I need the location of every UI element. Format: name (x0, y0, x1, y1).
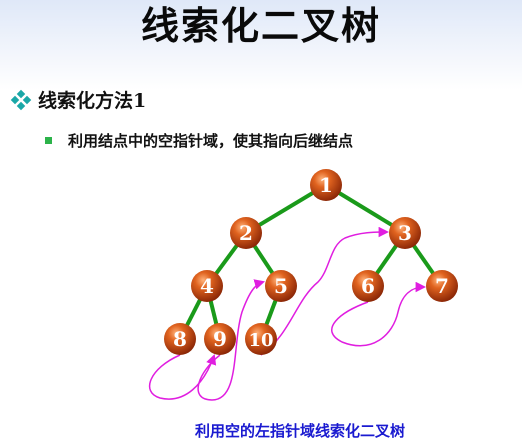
node-label: 10 (248, 330, 273, 351)
tree-node-10: 10 (245, 323, 277, 355)
node-label: 4 (200, 274, 214, 298)
tree-node-7: 7 (426, 270, 458, 302)
node-label: 9 (213, 327, 227, 351)
tree-node-9: 9 (204, 323, 236, 355)
binary-tree-diagram: 1 2 3 4 5 6 7 8 9 10 (148, 169, 458, 401)
tree-edges (178, 183, 444, 340)
node-label: 2 (239, 221, 253, 245)
node-label: 3 (398, 221, 412, 245)
tree-nodes: 1 2 3 4 5 6 7 8 9 10 (164, 169, 458, 355)
node-label: 6 (361, 274, 375, 298)
tree-node-5: 5 (265, 270, 297, 302)
tree-node-6: 6 (352, 270, 384, 302)
tree-node-3: 3 (389, 217, 421, 249)
tree-node-8: 8 (164, 323, 196, 355)
diagram-caption: 利用空的左指针域线索化二叉树 (194, 422, 405, 440)
node-label: 8 (173, 327, 187, 351)
node-label: 7 (435, 274, 449, 298)
tree-node-4: 4 (191, 270, 223, 302)
node-label: 1 (319, 173, 333, 197)
tree-node-1: 1 (310, 169, 342, 201)
node-label: 5 (274, 274, 288, 298)
tree-node-2: 2 (230, 217, 262, 249)
thread-n8-n9 (148, 354, 217, 400)
